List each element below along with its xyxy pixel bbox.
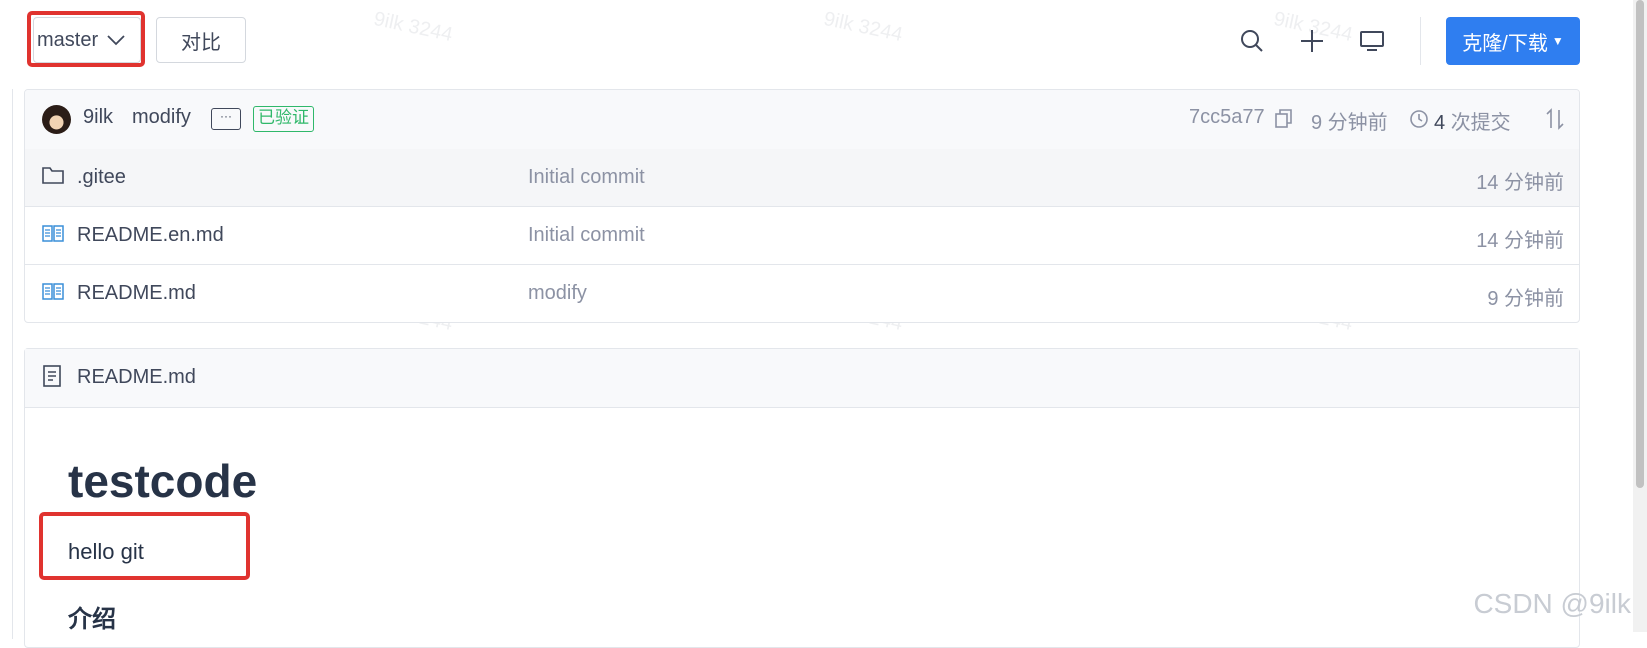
readme-section-heading: 介绍 [68,606,116,633]
readme-filename[interactable]: README.md [77,366,196,389]
file-time: 14 分钟前 [1476,230,1564,252]
file-commit-message[interactable]: Initial commit [528,166,645,189]
book-icon [42,283,64,300]
file-commit-message[interactable]: modify [528,282,587,305]
highlight-box-readme [39,512,250,580]
commit-hash[interactable]: 7cc5a77 [1189,106,1265,129]
latest-commit-bar: 9ilk modify ··· 已验证 7cc5a77 9 分钟前 4 次提交 [25,90,1579,150]
sort-icon[interactable] [1545,108,1565,130]
table-row[interactable]: README.md modify 9 分钟前 [25,265,1579,322]
page-scrollbar[interactable] [1633,0,1647,632]
file-commit-message[interactable]: Initial commit [528,224,645,247]
caret-down-icon: ▼ [1551,34,1564,48]
book-icon [42,225,64,242]
scrollbar-thumb[interactable] [1636,0,1644,488]
history-icon [1410,110,1428,128]
commit-message[interactable]: modify [132,106,191,129]
compare-button[interactable]: 对比 [156,17,246,63]
left-panel-edge [0,89,13,639]
avatar[interactable] [42,105,71,134]
readme-panel: README.md testcode hello git 介绍 [24,348,1580,648]
file-list: 9ilk modify ··· 已验证 7cc5a77 9 分钟前 4 次提交 … [24,89,1580,323]
verified-badge: 已验证 [253,106,314,132]
readme-title: testcode [68,455,258,507]
file-name[interactable]: README.md [77,282,196,305]
file-time: 14 分钟前 [1476,172,1564,194]
document-icon [43,365,61,387]
table-row[interactable]: README.en.md Initial commit 14 分钟前 [25,207,1579,265]
copy-icon[interactable] [1275,109,1293,129]
watermark: 9ilk 3244 [371,7,455,47]
readme-header: README.md [25,349,1579,408]
watermark: 9ilk 3244 [821,7,905,47]
plus-icon[interactable] [1299,28,1325,54]
folder-icon [42,167,64,184]
table-row[interactable]: .gitee Initial commit 14 分钟前 [25,149,1579,207]
search-icon[interactable] [1239,28,1265,54]
toolbar-divider [1420,17,1421,65]
clone-download-label: 克隆/下载 [1462,32,1548,55]
commit-author[interactable]: 9ilk [83,106,113,129]
commit-count-link[interactable]: 4 次提交 [1434,106,1511,135]
commit-expand-button[interactable]: ··· [211,108,241,130]
commit-time: 9 分钟前 [1311,112,1388,134]
commit-count-label: 次提交 [1450,112,1511,134]
commit-count: 4 [1434,112,1446,134]
highlight-box-branch [27,11,145,67]
file-time: 9 分钟前 [1487,288,1564,310]
monitor-icon[interactable] [1359,28,1385,54]
clone-download-button[interactable]: 克隆/下载 ▼ [1446,17,1580,65]
file-name[interactable]: README.en.md [77,224,224,247]
file-name[interactable]: .gitee [77,166,126,189]
source-credit: CSDN @9ilk [1473,588,1631,619]
